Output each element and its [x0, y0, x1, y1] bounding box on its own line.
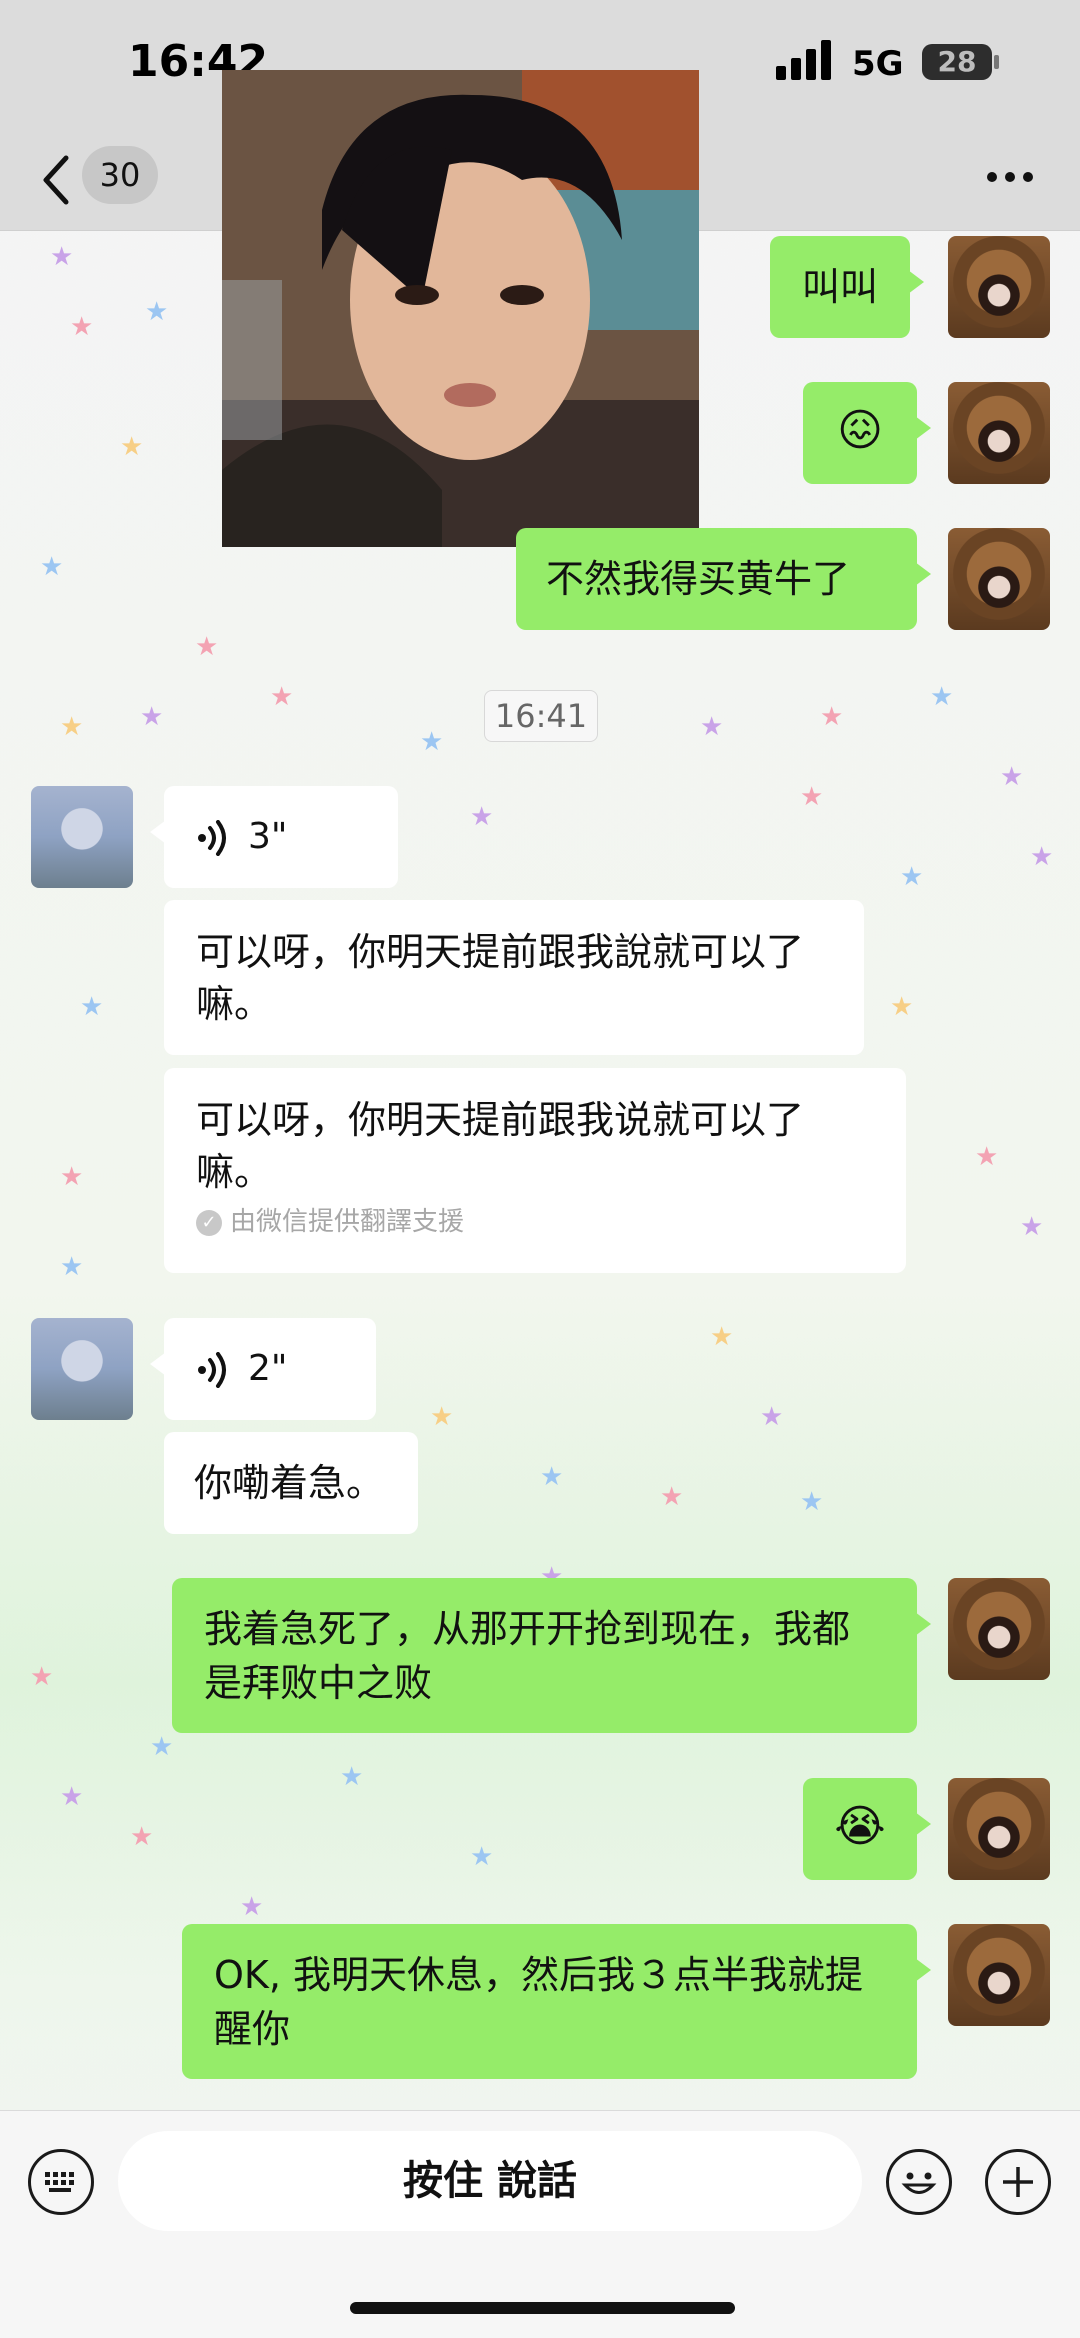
svg-text:★: ★ — [700, 712, 723, 742]
svg-text:★: ★ — [60, 1252, 83, 1282]
svg-text:★: ★ — [470, 802, 493, 832]
svg-text:★: ★ — [270, 682, 293, 712]
svg-text:★: ★ — [900, 862, 923, 892]
message-text: 我着急死了，从那开开抢到现在，我都是拜败中之败 — [204, 1607, 851, 1705]
self-avatar[interactable] — [948, 1778, 1050, 1880]
cellular-signal-icon — [776, 40, 831, 80]
svg-text:★: ★ — [890, 992, 913, 1022]
battery-icon: 28 — [922, 44, 992, 80]
svg-text:★: ★ — [70, 312, 93, 342]
unread-count-badge[interactable]: 30 — [82, 146, 158, 204]
svg-text:★: ★ — [140, 702, 163, 732]
transcription-text: 可以呀，你明天提前跟我說就可以了嘛。 — [196, 930, 805, 1026]
timestamp: 16:41 — [484, 690, 598, 742]
svg-text:★: ★ — [340, 1762, 363, 1792]
contact-avatar[interactable] — [31, 786, 133, 888]
svg-text:★: ★ — [120, 432, 143, 462]
message-bubble-outgoing[interactable]: 😭 — [803, 1778, 931, 1880]
emoji-message: 😭 — [834, 1801, 886, 1852]
message-text: 叫叫 — [802, 265, 879, 309]
svg-text:★: ★ — [1020, 1212, 1043, 1242]
contact-avatar[interactable] — [31, 1318, 133, 1420]
svg-text:★: ★ — [240, 1892, 263, 1922]
svg-text:★: ★ — [195, 632, 218, 662]
voice-duration: 3" — [248, 816, 288, 857]
message-bubble-outgoing[interactable]: 😖 — [803, 382, 931, 484]
home-indicator[interactable] — [350, 2302, 735, 2314]
svg-text:★: ★ — [40, 552, 63, 582]
message-text: OK, 我明天休息，然后我３点半我就提醒你 — [214, 1953, 863, 2051]
svg-text:★: ★ — [540, 1462, 563, 1492]
svg-text:★: ★ — [930, 682, 953, 712]
check-icon: ✓ — [196, 1209, 222, 1236]
voice-wave-icon — [198, 820, 226, 856]
svg-text:★: ★ — [820, 702, 843, 732]
message-bubble-outgoing[interactable]: 我着急死了，从那开开抢到现在，我都是拜败中之败 — [172, 1578, 931, 1733]
network-type: 5G — [852, 44, 904, 84]
transcription-text: 你嘞着急。 — [194, 1461, 385, 1505]
svg-text:★: ★ — [975, 1142, 998, 1172]
self-avatar[interactable] — [948, 236, 1050, 338]
svg-text:★: ★ — [130, 1822, 153, 1852]
voice-duration: 2" — [248, 1348, 288, 1389]
self-avatar[interactable] — [948, 1924, 1050, 2026]
message-bubble-outgoing[interactable]: 叫叫 — [770, 236, 925, 338]
svg-text:★: ★ — [1030, 842, 1053, 872]
translation-note-text: 由微信提供翻譯支援 — [230, 1207, 465, 1237]
voice-transcription[interactable]: 可以呀，你明天提前跟我說就可以了嘛。 — [164, 900, 864, 1055]
keyboard-icon[interactable] — [28, 2149, 94, 2215]
message-text: 不然我得买黄牛了 — [546, 557, 851, 601]
emoji-icon[interactable] — [886, 2149, 952, 2215]
svg-text:★: ★ — [50, 242, 73, 272]
more-dots-icon[interactable] — [985, 162, 1035, 192]
plus-icon[interactable] — [985, 2149, 1051, 2215]
svg-text:★: ★ — [430, 1402, 453, 1432]
svg-text:★: ★ — [470, 1842, 493, 1872]
message-bubble-outgoing[interactable]: 不然我得买黄牛了 — [516, 528, 931, 630]
svg-text:★: ★ — [1000, 762, 1023, 792]
svg-text:★: ★ — [800, 782, 823, 812]
chevron-left-icon[interactable] — [38, 152, 78, 208]
hold-to-talk-button[interactable]: 按住 說話 — [118, 2131, 862, 2231]
translation-box[interactable]: 可以呀，你明天提前跟我说就可以了嘛。 ✓ 由微信提供翻譯支援 — [164, 1068, 906, 1273]
svg-text:★: ★ — [800, 1487, 823, 1517]
svg-text:★: ★ — [60, 1162, 83, 1192]
self-avatar[interactable] — [948, 1578, 1050, 1680]
emoji-message: 😖 — [837, 405, 883, 456]
voice-wave-icon — [198, 1352, 226, 1388]
svg-text:★: ★ — [760, 1402, 783, 1432]
translation-text: 可以呀，你明天提前跟我说就可以了嘛。 — [196, 1098, 805, 1194]
voice-message-bubble[interactable]: 3" — [150, 786, 398, 888]
svg-text:★: ★ — [30, 1662, 53, 1692]
svg-text:★: ★ — [710, 1322, 733, 1352]
svg-text:★: ★ — [660, 1482, 683, 1512]
svg-text:★: ★ — [150, 1732, 173, 1762]
message-bubble-outgoing[interactable]: OK, 我明天休息，然后我３点半我就提醒你 — [182, 1924, 931, 2079]
svg-text:★: ★ — [145, 297, 168, 327]
sticker-image[interactable] — [222, 70, 699, 547]
self-avatar[interactable] — [948, 528, 1050, 630]
self-avatar[interactable] — [948, 382, 1050, 484]
svg-text:★: ★ — [60, 712, 83, 742]
battery-level: 28 — [937, 45, 977, 78]
battery-cap — [994, 55, 999, 69]
svg-text:★: ★ — [60, 1782, 83, 1812]
svg-text:★: ★ — [80, 992, 103, 1022]
voice-message-bubble[interactable]: 2" — [150, 1318, 376, 1420]
translation-note: ✓ 由微信提供翻譯支援 — [196, 1202, 874, 1242]
voice-transcription[interactable]: 你嘞着急。 — [164, 1432, 418, 1534]
svg-text:★: ★ — [420, 727, 443, 757]
